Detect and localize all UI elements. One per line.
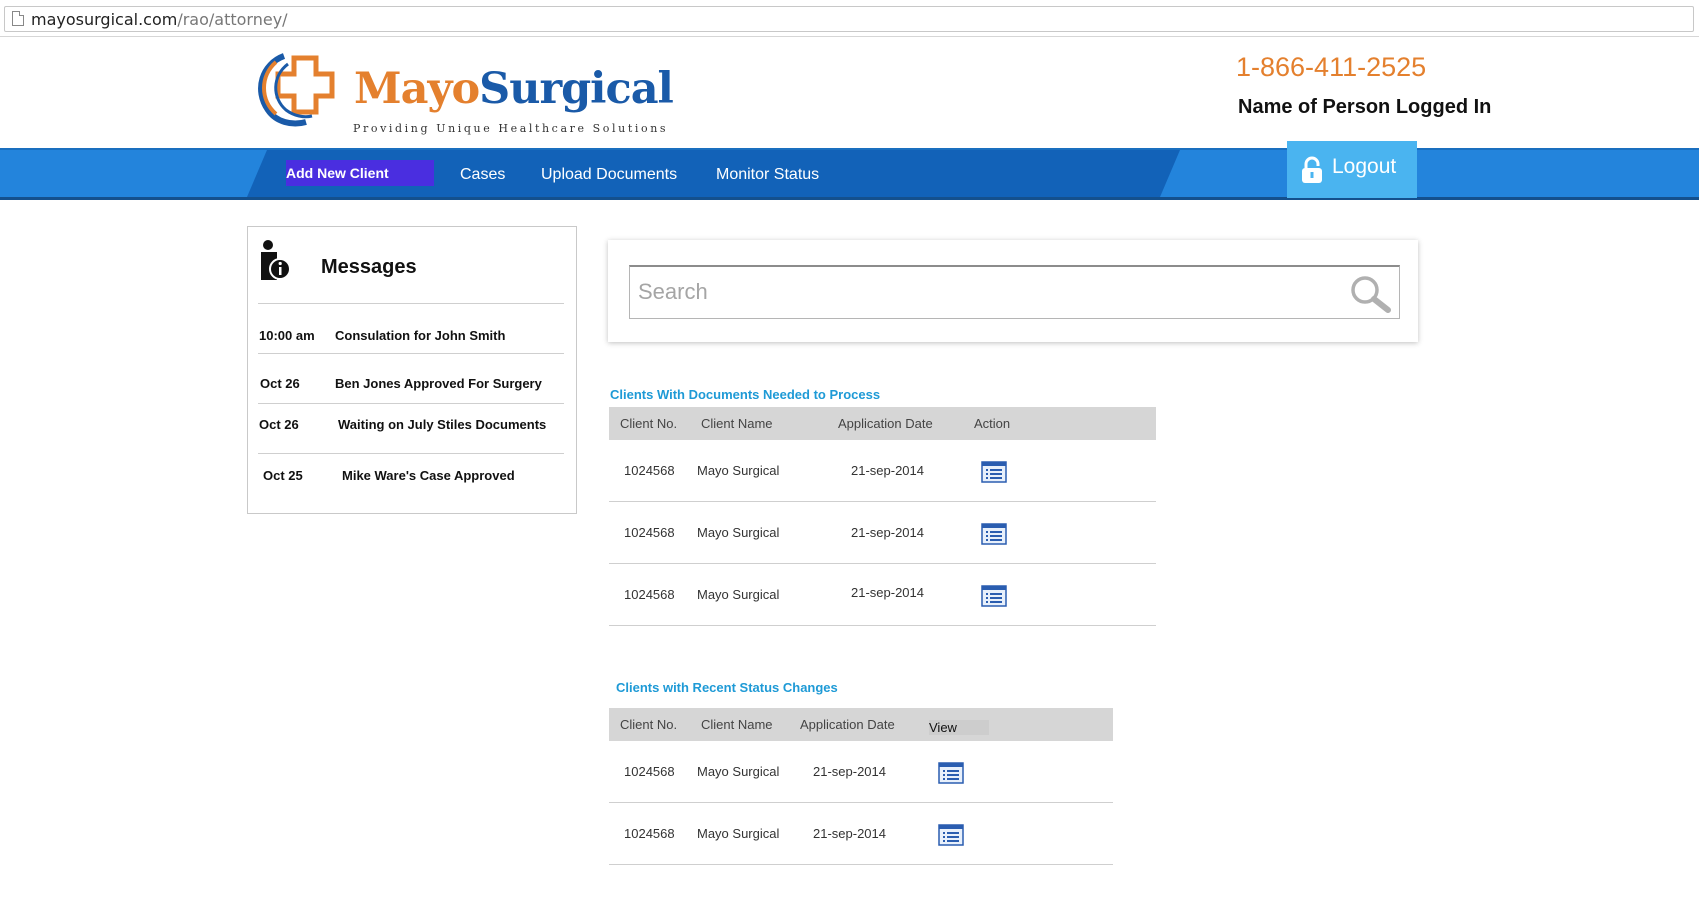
search-card	[608, 240, 1418, 342]
url-domain: mayosurgical.com	[31, 10, 178, 29]
table-row: 1024568 Mayo Surgical 21-sep-2014	[609, 741, 1113, 803]
application-date: 21-sep-2014	[813, 826, 886, 841]
client-name: Mayo Surgical	[697, 764, 780, 779]
message-time: Oct 26	[260, 376, 300, 391]
url-path: /rao/attorney/	[177, 10, 288, 29]
application-date: 21-sep-2014	[851, 525, 924, 540]
client-number: 1024568	[624, 525, 675, 540]
messages-panel: Messages 10:00 am Consulation for John S…	[247, 226, 577, 514]
client-number: 1024568	[624, 826, 675, 841]
main-nav: Add New Client Cases Upload Documents Mo…	[0, 148, 1699, 200]
logout-label: Logout	[1332, 155, 1397, 178]
brand-mayo: Mayo	[354, 64, 480, 114]
message-text[interactable]: Waiting on July Stiles Documents	[338, 417, 546, 432]
list-details-icon[interactable]	[981, 523, 1007, 545]
table-row: 1024568 Mayo Surgical 21-sep-2014	[609, 564, 1156, 626]
nav-upload-documents[interactable]: Upload Documents	[541, 166, 677, 184]
client-name: Mayo Surgical	[697, 525, 780, 540]
documents-needed-table: Client No. Client Name Application Date …	[609, 407, 1156, 627]
logged-in-user: Name of Person Logged In	[1238, 96, 1492, 118]
message-text[interactable]: Ben Jones Approved For Surgery	[335, 376, 542, 391]
list-details-icon[interactable]	[938, 762, 964, 784]
divider	[258, 403, 564, 404]
application-date: 21-sep-2014	[851, 585, 924, 600]
status-changes-title: Clients with Recent Status Changes	[616, 680, 838, 695]
search-box	[629, 265, 1400, 319]
nav-cases[interactable]: Cases	[460, 166, 505, 184]
medical-cross-logo-icon	[258, 53, 335, 127]
list-details-icon[interactable]	[981, 461, 1007, 483]
message-time: 10:00 am	[259, 328, 315, 343]
client-number: 1024568	[624, 764, 675, 779]
messages-title: Messages	[321, 256, 417, 278]
brand-name: MayoSurgical	[354, 64, 674, 114]
column-header: Application Date	[800, 717, 895, 732]
table-header: Client No. Client Name Application Date …	[609, 407, 1156, 440]
list-details-icon[interactable]	[981, 585, 1007, 607]
documents-needed-title: Clients With Documents Needed to Process	[610, 387, 881, 402]
column-header: Application Date	[838, 416, 933, 431]
lock-icon	[1302, 156, 1322, 183]
logout-button[interactable]: Logout	[1287, 141, 1417, 198]
client-number: 1024568	[624, 463, 675, 478]
divider	[258, 353, 564, 354]
mayo-surgical-logo[interactable]: MayoSurgical Providing Unique Healthcare…	[254, 52, 674, 138]
column-header: Client Name	[701, 717, 773, 732]
application-date: 21-sep-2014	[851, 463, 924, 478]
phone-number: 1-866-411-2525	[1236, 52, 1427, 82]
divider	[258, 453, 564, 454]
client-name: Mayo Surgical	[697, 463, 780, 478]
message-time: Oct 25	[263, 468, 303, 483]
message-text[interactable]: Mike Ware's Case Approved	[342, 468, 515, 483]
column-header: Client Name	[701, 416, 773, 431]
search-input[interactable]	[638, 277, 1318, 307]
status-changes-table: Client No. Client Name Application Date …	[609, 708, 1113, 868]
client-name: Mayo Surgical	[697, 587, 780, 602]
brand-surgical: Surgical	[479, 64, 674, 114]
nav-monitor-status[interactable]: Monitor Status	[716, 166, 819, 184]
magnifier-icon[interactable]	[1348, 274, 1396, 314]
column-header: Client No.	[620, 717, 678, 732]
page-icon	[12, 11, 24, 26]
browser-url-bar: mayosurgical.com/rao/attorney/	[0, 0, 1699, 37]
nav-add-new-client[interactable]: Add New Client	[286, 160, 434, 186]
application-date: 21-sep-2014	[813, 764, 886, 779]
column-header: View	[929, 720, 989, 735]
column-header: Client No.	[620, 416, 678, 431]
table-row: 1024568 Mayo Surgical 21-sep-2014	[609, 440, 1156, 502]
table-row: 1024568 Mayo Surgical 21-sep-2014	[609, 803, 1113, 865]
column-header: Action	[974, 416, 1011, 431]
client-name: Mayo Surgical	[697, 826, 780, 841]
table-header: Client No. Client Name Application Date …	[609, 708, 1113, 741]
message-text[interactable]: Consulation for John Smith	[335, 328, 505, 343]
client-number: 1024568	[624, 587, 675, 602]
list-details-icon[interactable]	[938, 824, 964, 846]
person-info-icon	[261, 240, 291, 280]
table-row: 1024568 Mayo Surgical 21-sep-2014	[609, 502, 1156, 564]
url-text[interactable]: mayosurgical.com/rao/attorney/	[31, 10, 288, 29]
divider	[258, 303, 564, 304]
brand-tagline: Providing Unique Healthcare Solutions	[353, 122, 669, 135]
message-time: Oct 26	[259, 417, 299, 432]
